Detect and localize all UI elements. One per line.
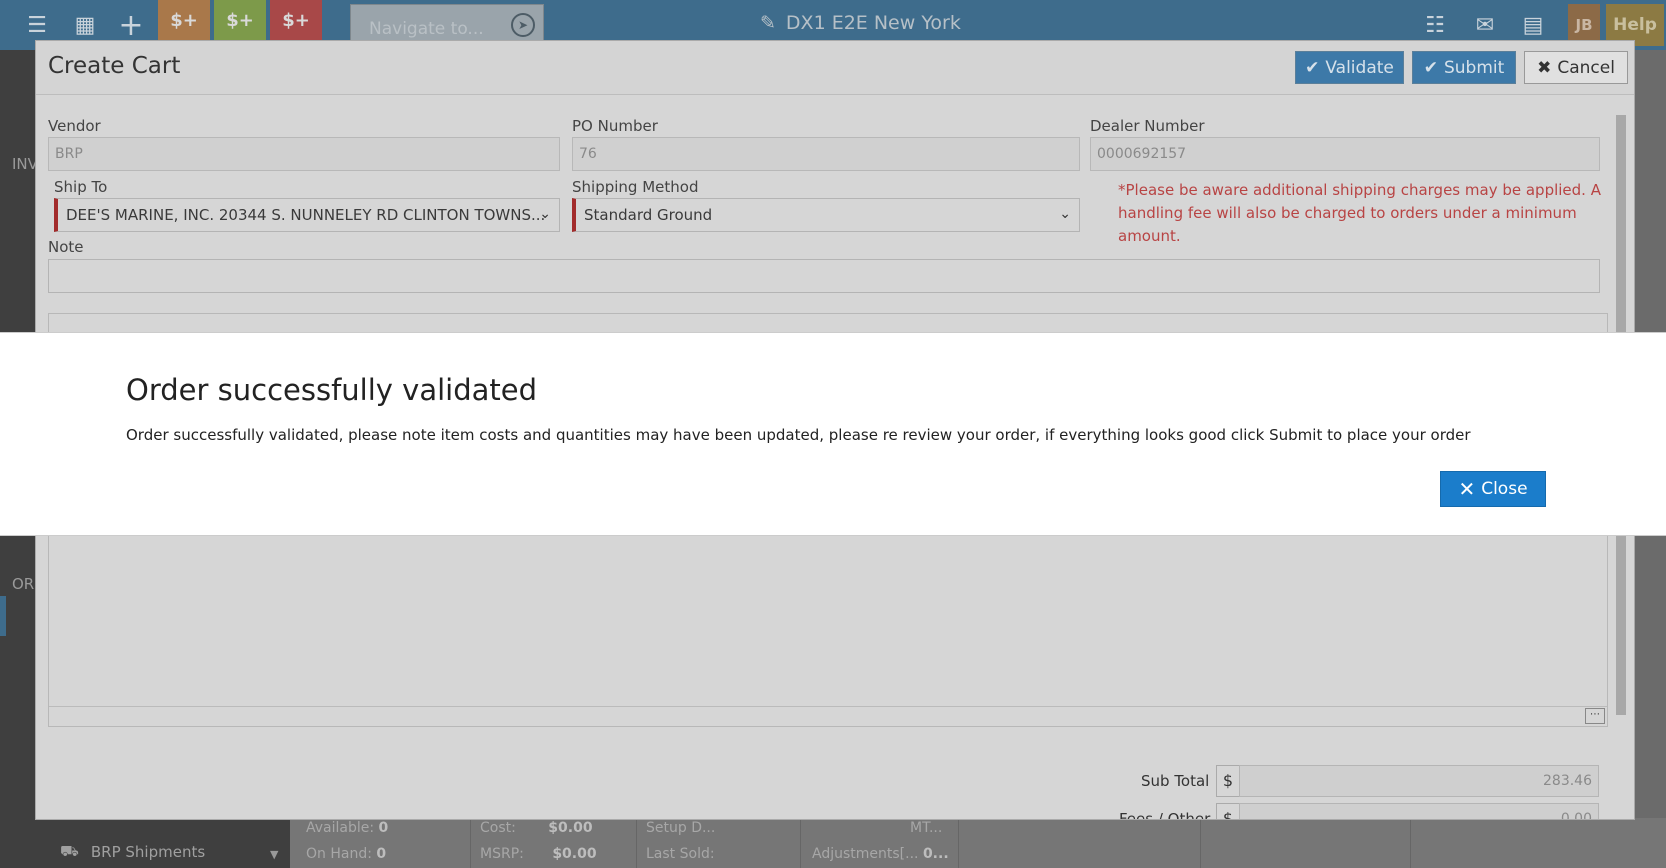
- chat-icon[interactable]: ▤: [1518, 6, 1548, 44]
- shipping-method-value: Standard Ground: [584, 206, 713, 224]
- sidebar-active-indicator: [0, 596, 6, 636]
- info-divider: [636, 818, 637, 868]
- submit-label: Submit: [1443, 57, 1505, 78]
- truck-icon: ⛟: [60, 842, 79, 860]
- po-number-field: 76: [572, 137, 1080, 171]
- fees-other-field: 0.00: [1239, 803, 1599, 819]
- dealer-number-field: 0000692157: [1090, 137, 1600, 171]
- hamburger-menu-icon[interactable]: ☰: [22, 6, 52, 44]
- cancel-button[interactable]: ✖ Cancel: [1524, 51, 1628, 84]
- mt-info: MT...: [910, 820, 943, 836]
- shipping-method-select[interactable]: Standard Ground ⌄: [572, 198, 1080, 232]
- compass-icon[interactable]: ➤: [511, 13, 535, 37]
- check-icon: ✔: [1305, 57, 1320, 78]
- dialog-title: Create Cart: [48, 53, 181, 79]
- chevron-down-icon: ⌄: [1059, 206, 1071, 222]
- available-info: Available: 0: [306, 820, 389, 836]
- validate-label: Validate: [1325, 57, 1394, 78]
- navigate-placeholder: Navigate to...: [369, 19, 484, 39]
- info-divider: [800, 818, 801, 868]
- ship-to-label: Ship To: [54, 178, 108, 196]
- close-icon: ✖: [1537, 57, 1552, 78]
- modal-message: Order successfully validated, please not…: [126, 426, 1471, 444]
- dealer-number-label: Dealer Number: [1090, 117, 1205, 135]
- info-divider: [958, 818, 959, 868]
- info-divider: [1410, 818, 1411, 868]
- validation-success-modal: Order successfully validated Order succe…: [0, 332, 1666, 536]
- sub-total-label: Sub Total: [1141, 772, 1210, 790]
- sidebar-item-label: BRP Shipments: [90, 843, 206, 861]
- currency-symbol: $: [1216, 803, 1240, 819]
- on-hand-info: On Hand: 0: [306, 846, 387, 862]
- network-icon[interactable]: ☷: [1420, 6, 1450, 44]
- app-title-text: DX1 E2E New York: [785, 12, 961, 34]
- vendor-field: BRP: [48, 137, 560, 171]
- horizontal-scrollbar[interactable]: [49, 706, 1607, 726]
- vendor-label: Vendor: [48, 117, 101, 135]
- shipping-warning-text: *Please be aware additional shipping cha…: [1118, 181, 1601, 245]
- sidebar-section-orders: OR: [12, 575, 35, 593]
- pencil-icon: ✎: [760, 12, 776, 34]
- quick-sale-green-icon[interactable]: $+: [214, 0, 266, 40]
- check-icon: ✔: [1423, 57, 1438, 78]
- cancel-label: Cancel: [1557, 57, 1615, 78]
- close-icon: ✕: [1458, 477, 1476, 501]
- close-label: Close: [1481, 479, 1528, 499]
- last-sold-info: Last Sold:: [646, 846, 715, 862]
- ship-to-value: DEE'S MARINE, INC. 20344 S. NUNNELEY RD …: [66, 206, 546, 224]
- info-divider: [1200, 818, 1201, 868]
- fees-other-label: Fees / Other: [1119, 810, 1211, 820]
- cost-info: Cost: $0.00: [480, 820, 593, 836]
- grid-options-icon[interactable]: ⋯: [1585, 708, 1605, 724]
- validate-button[interactable]: ✔ Validate: [1295, 51, 1404, 84]
- setup-date-info: Setup D...: [646, 820, 716, 836]
- note-label: Note: [48, 238, 84, 256]
- msrp-info: MSRP: $0.00: [480, 846, 597, 862]
- sidebar-item-brp-shipments[interactable]: ⛟ BRP Shipments: [60, 842, 205, 862]
- mail-icon[interactable]: ✉: [1470, 6, 1500, 44]
- info-divider: [470, 818, 471, 868]
- submit-button[interactable]: ✔ Submit: [1412, 51, 1516, 84]
- dialog-header: Create Cart ✔ Validate ✔ Submit ✖ Cancel: [36, 41, 1634, 95]
- sub-total-field: 283.46: [1239, 765, 1599, 797]
- adjustments-info: Adjustments[... 0...: [812, 846, 949, 862]
- quick-sale-orange-icon[interactable]: $+: [158, 0, 210, 40]
- ship-to-select[interactable]: DEE'S MARINE, INC. 20344 S. NUNNELEY RD …: [54, 198, 560, 232]
- chevron-down-icon: ⌄: [539, 206, 551, 222]
- quick-sale-red-icon[interactable]: $+: [270, 0, 322, 40]
- po-number-label: PO Number: [572, 117, 658, 135]
- grid-apps-icon[interactable]: ▦: [70, 6, 100, 44]
- modal-title: Order successfully validated: [126, 373, 537, 407]
- add-icon[interactable]: +: [116, 6, 146, 44]
- note-input[interactable]: [48, 259, 1600, 293]
- caret-down-icon[interactable]: ▼: [270, 848, 278, 861]
- app-title[interactable]: ✎ DX1 E2E New York: [760, 12, 961, 34]
- currency-symbol: $: [1216, 765, 1240, 797]
- close-button[interactable]: ✕ Close: [1440, 471, 1546, 507]
- shipping-method-label: Shipping Method: [572, 178, 699, 196]
